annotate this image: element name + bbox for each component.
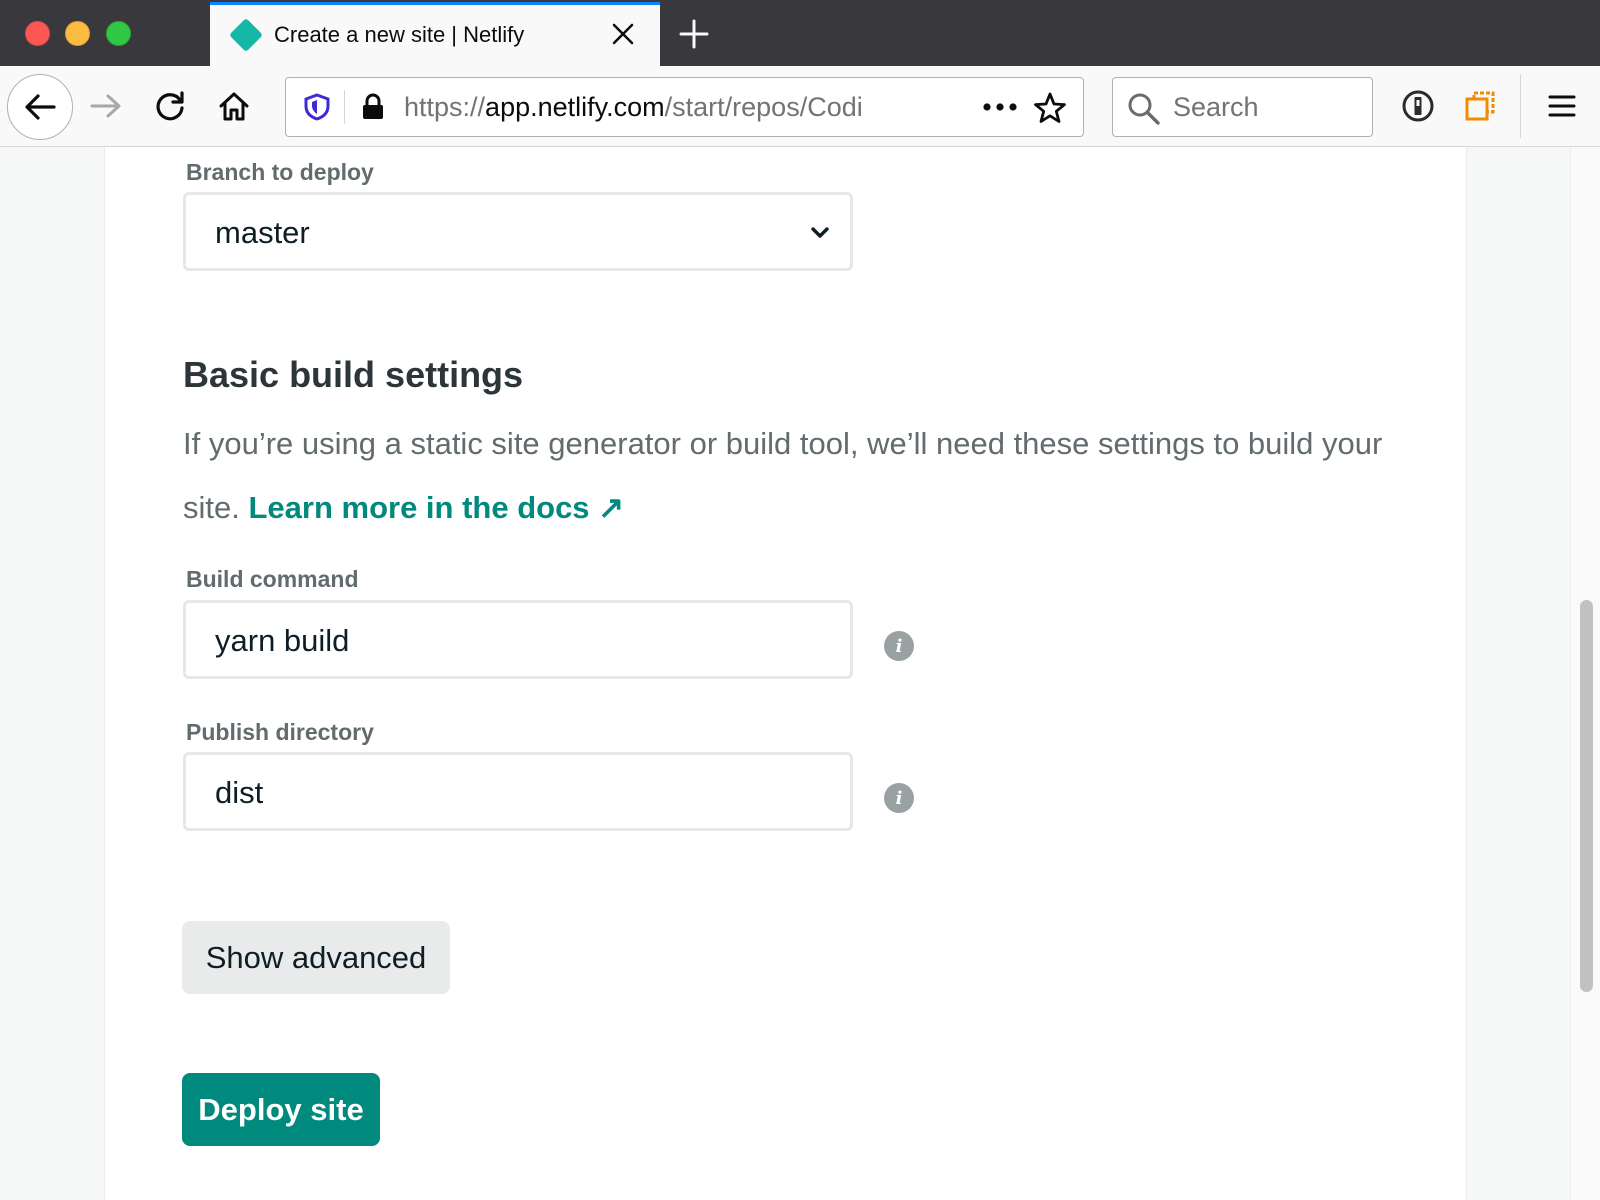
close-window-button[interactable] xyxy=(25,21,50,46)
page-actions-button[interactable] xyxy=(980,92,1020,122)
publish-directory-input[interactable]: dist xyxy=(183,752,853,831)
build-settings-description: If you’re using a static site generator … xyxy=(183,412,1413,540)
url-text[interactable]: https://app.netlify.com/start/repos/Codi xyxy=(404,92,909,123)
password-manager-icon xyxy=(1402,90,1434,122)
build-command-info-icon[interactable]: i xyxy=(884,631,914,661)
docs-link[interactable]: Learn more in the docs ↗ xyxy=(248,490,624,525)
url-path: /start/repos/Codi xyxy=(664,92,863,122)
forward-button[interactable] xyxy=(84,84,128,128)
publish-directory-value: dist xyxy=(215,775,264,810)
url-host: app.netlify.com xyxy=(485,92,665,122)
tracking-protection-shield-icon[interactable] xyxy=(302,92,332,122)
scrollbar[interactable] xyxy=(1570,147,1600,1200)
url-scheme: https:// xyxy=(404,92,486,122)
new-tab-button[interactable] xyxy=(672,12,716,56)
extension-icon xyxy=(1465,91,1495,121)
url-bar[interactable]: https://app.netlify.com/start/repos/Codi xyxy=(285,77,1084,137)
back-button[interactable] xyxy=(7,74,73,140)
branch-select-value: master xyxy=(215,215,310,250)
branch-label: Branch to deploy xyxy=(186,159,374,185)
publish-directory-label: Publish directory xyxy=(186,719,374,745)
branch-select[interactable]: master xyxy=(183,192,853,271)
build-command-label: Build command xyxy=(186,566,359,592)
deploy-settings-card: Branch to deploy master Basic build sett… xyxy=(104,147,1467,1200)
bookmark-star-button[interactable] xyxy=(1032,90,1068,126)
deploy-site-button[interactable]: Deploy site xyxy=(182,1073,380,1146)
scrollbar-thumb[interactable] xyxy=(1580,600,1593,992)
show-advanced-button[interactable]: Show advanced xyxy=(182,921,450,994)
browser-toolbar: https://app.netlify.com/start/repos/Codi… xyxy=(0,66,1600,147)
minimize-window-button[interactable] xyxy=(65,21,90,46)
hamburger-menu-icon xyxy=(1548,95,1576,117)
build-command-value: yarn build xyxy=(215,623,350,658)
back-arrow-icon xyxy=(25,94,56,120)
url-separator xyxy=(344,90,345,124)
toolbar-separator xyxy=(1520,74,1521,138)
search-icon xyxy=(1128,93,1160,125)
menu-button[interactable] xyxy=(1540,84,1584,128)
url-fade xyxy=(866,82,916,132)
browser-tab-strip: Create a new site | Netlify xyxy=(0,0,1600,66)
password-manager-button[interactable] xyxy=(1396,84,1440,128)
more-dots-icon xyxy=(983,103,1017,111)
close-tab-button[interactable] xyxy=(606,17,640,51)
plus-icon xyxy=(679,19,709,49)
build-command-input[interactable]: yarn build xyxy=(183,600,853,679)
netlify-diamond-icon xyxy=(229,18,263,52)
reload-button[interactable] xyxy=(148,84,192,128)
forward-arrow-icon xyxy=(90,94,121,118)
lock-icon[interactable] xyxy=(358,92,388,122)
star-icon xyxy=(1034,92,1066,123)
browser-tab[interactable]: Create a new site | Netlify xyxy=(210,2,660,66)
extension-button[interactable] xyxy=(1458,84,1502,128)
zoom-window-button[interactable] xyxy=(106,21,131,46)
home-button[interactable] xyxy=(212,84,256,128)
tab-title: Create a new site | Netlify xyxy=(274,22,525,47)
chevron-down-icon xyxy=(811,227,829,238)
build-settings-heading: Basic build settings xyxy=(183,354,524,395)
search-placeholder: Search xyxy=(1173,92,1259,122)
page-viewport: Branch to deploy master Basic build sett… xyxy=(0,147,1600,1200)
search-bar[interactable]: Search xyxy=(1112,77,1373,137)
publish-directory-info-icon[interactable]: i xyxy=(884,783,914,813)
close-icon xyxy=(612,23,634,45)
home-icon xyxy=(219,92,249,121)
reload-icon xyxy=(156,91,184,121)
